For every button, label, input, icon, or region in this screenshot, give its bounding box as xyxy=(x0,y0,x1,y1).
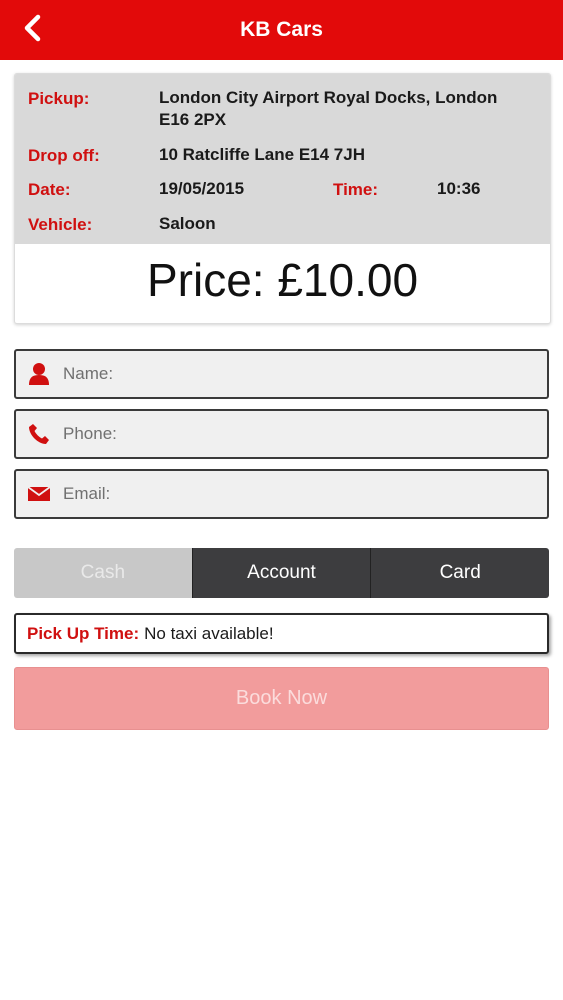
payment-method-selector: Cash Account Card xyxy=(14,548,549,598)
phone-field[interactable] xyxy=(14,409,549,459)
dropoff-address: 10 Ratcliffe Lane E14 7JH xyxy=(159,145,365,164)
booking-screen: KB Cars Pickup: London City Airport Roya… xyxy=(0,0,563,1000)
pickup-time-value: No taxi available! xyxy=(144,623,274,643)
page-title: KB Cars xyxy=(240,18,323,41)
dropoff-label: Drop off: xyxy=(28,146,100,165)
pickup-label: Pickup: xyxy=(28,89,90,108)
time-label: Time: xyxy=(333,180,379,199)
date-value: 19/05/2015 xyxy=(159,179,245,198)
payment-account-button[interactable]: Account xyxy=(191,548,371,598)
vehicle-value: Saloon xyxy=(159,214,216,233)
email-input[interactable] xyxy=(61,483,505,505)
user-icon xyxy=(27,362,51,386)
date-label: Date: xyxy=(28,180,71,199)
phone-icon xyxy=(27,422,51,446)
book-now-button[interactable]: Book Now xyxy=(14,667,549,730)
pickup-address-line2: E16 2PX xyxy=(159,110,227,129)
price-display: Price: £10.00 xyxy=(146,254,419,306)
payment-card-button[interactable]: Card xyxy=(370,548,549,598)
booking-details: Pickup: London City Airport Royal Docks,… xyxy=(15,74,550,244)
email-field[interactable] xyxy=(14,469,549,519)
pickup-time-box: Pick Up Time: No taxi available! xyxy=(14,613,549,654)
phone-input[interactable] xyxy=(61,423,505,445)
name-input[interactable] xyxy=(61,363,505,385)
name-field[interactable] xyxy=(14,349,549,399)
pickup-address-line1: London City Airport Royal Docks, London xyxy=(159,88,498,107)
envelope-icon xyxy=(27,482,51,506)
vehicle-label: Vehicle: xyxy=(28,215,93,234)
pickup-time-label: Pick Up Time: xyxy=(27,623,140,643)
app-header: KB Cars xyxy=(0,0,563,60)
booking-summary-card: Pickup: London City Airport Royal Docks,… xyxy=(14,73,551,324)
payment-cash-button[interactable]: Cash xyxy=(14,548,192,598)
time-value: 10:36 xyxy=(437,179,481,198)
